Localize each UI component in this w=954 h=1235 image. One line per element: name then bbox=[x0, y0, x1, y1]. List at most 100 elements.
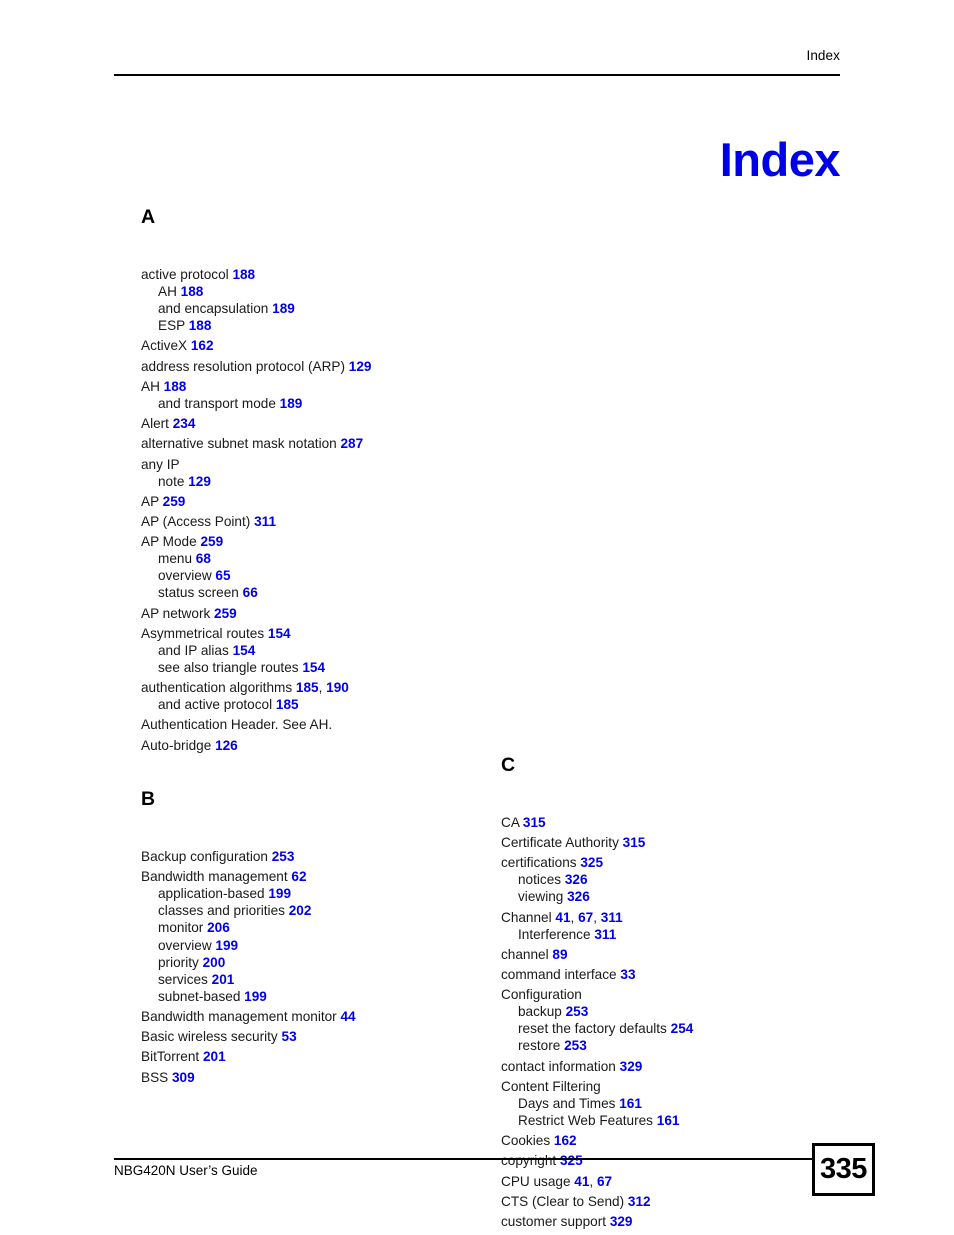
page-reference[interactable]: 254 bbox=[671, 1021, 694, 1036]
page-reference[interactable]: 33 bbox=[620, 967, 635, 982]
index-entry-term: customer support bbox=[501, 1213, 607, 1229]
index-entry-term: alternative subnet mask notation bbox=[141, 436, 337, 452]
page-reference[interactable]: 253 bbox=[564, 1038, 587, 1053]
index-entry: channel 89 bbox=[501, 946, 871, 963]
page-reference[interactable]: 311 bbox=[601, 910, 623, 925]
index-entry: and encapsulation 189 bbox=[141, 300, 511, 317]
page-reference[interactable]: 315 bbox=[523, 815, 546, 830]
page-reference[interactable]: 89 bbox=[552, 947, 567, 962]
page-reference[interactable]: 312 bbox=[628, 1194, 651, 1209]
page-reference[interactable]: 259 bbox=[214, 606, 237, 621]
page-reference[interactable]: 190 bbox=[326, 680, 349, 695]
index-entry: see also triangle routes 154 bbox=[141, 659, 511, 676]
index-entry: status screen 66 bbox=[141, 584, 511, 601]
page-reference[interactable]: 199 bbox=[244, 989, 267, 1004]
page-reference[interactable]: 62 bbox=[291, 869, 306, 884]
index-entry-term: command interface bbox=[501, 966, 617, 982]
page-reference[interactable]: 325 bbox=[560, 1153, 583, 1168]
index-entry: Interference 311 bbox=[501, 926, 871, 943]
page-reference[interactable]: 201 bbox=[203, 1049, 226, 1064]
index-entry-term: Certificate Authority bbox=[501, 834, 619, 850]
index-entry: Bandwidth management monitor 44 bbox=[141, 1008, 511, 1025]
index-entry: Channel 41, 67, 311 bbox=[501, 909, 871, 926]
index-entry: customer support 329 bbox=[501, 1213, 871, 1230]
page-reference[interactable]: 129 bbox=[188, 474, 211, 489]
page-reference[interactable]: 67 bbox=[597, 1174, 612, 1189]
page-reference[interactable]: 65 bbox=[215, 568, 230, 583]
page-reference[interactable]: 311 bbox=[254, 514, 276, 529]
footer-guide-name: NBG420N User’s Guide bbox=[114, 1163, 258, 1178]
page-reference[interactable]: 329 bbox=[610, 1214, 633, 1229]
index-entry-term: authentication algorithms bbox=[141, 680, 293, 696]
index-entry-term: services bbox=[158, 971, 208, 987]
page-reference[interactable]: 199 bbox=[268, 886, 291, 901]
index-entry: and active protocol 185 bbox=[141, 696, 511, 713]
page-reference[interactable]: 68 bbox=[196, 551, 211, 566]
page-title: Index bbox=[719, 133, 841, 187]
page-reference[interactable]: 188 bbox=[232, 267, 255, 282]
page-reference[interactable]: 326 bbox=[567, 889, 590, 904]
page-reference[interactable]: 188 bbox=[164, 379, 187, 394]
page-reference[interactable]: 287 bbox=[341, 436, 364, 451]
page-reference[interactable]: 67 bbox=[578, 910, 593, 925]
page-reference[interactable]: 206 bbox=[207, 920, 230, 935]
page-reference[interactable]: 66 bbox=[243, 585, 258, 600]
page-reference[interactable]: 41 bbox=[574, 1174, 589, 1189]
index-entry-term: AH bbox=[158, 284, 177, 300]
page-reference[interactable]: 185 bbox=[276, 697, 299, 712]
page-reference[interactable]: 315 bbox=[623, 835, 646, 850]
page-reference[interactable]: 311 bbox=[594, 927, 616, 942]
page-ref-separator: , bbox=[593, 909, 601, 925]
running-header: Index bbox=[806, 48, 840, 63]
page-reference[interactable]: 234 bbox=[173, 416, 196, 431]
index-entry-term: ActiveX bbox=[141, 338, 188, 354]
page-reference[interactable]: 129 bbox=[349, 359, 372, 374]
page-reference[interactable]: 329 bbox=[620, 1059, 643, 1074]
page-reference[interactable]: 154 bbox=[268, 626, 291, 641]
page-ref-separator: , bbox=[589, 1173, 597, 1189]
page-reference[interactable]: 126 bbox=[215, 738, 238, 753]
index-column-left: Aactive protocol 188 AH 188 and encapsulat… bbox=[141, 206, 511, 1085]
index-entry: certifications 325 bbox=[501, 854, 871, 871]
index-entry: and IP alias 154 bbox=[141, 642, 511, 659]
page-reference[interactable]: 185 bbox=[296, 680, 319, 695]
page-reference[interactable]: 161 bbox=[619, 1096, 642, 1111]
page-reference[interactable]: 53 bbox=[282, 1029, 297, 1044]
page-ref-separator: , bbox=[570, 909, 579, 925]
index-entry: priority 200 bbox=[141, 954, 511, 971]
page-reference[interactable]: 188 bbox=[189, 318, 212, 333]
page-reference[interactable]: 201 bbox=[212, 972, 235, 987]
page-reference[interactable]: 199 bbox=[215, 938, 238, 953]
page-reference[interactable]: 41 bbox=[555, 910, 570, 925]
page-reference[interactable]: 325 bbox=[580, 855, 603, 870]
index-entry-term: restore bbox=[518, 1038, 561, 1054]
page-reference[interactable]: 259 bbox=[200, 534, 223, 549]
index-entry-term: AP (Access Point) bbox=[141, 513, 251, 529]
page-number-box: 335 bbox=[812, 1143, 875, 1196]
index-entry-term: Asymmetrical routes bbox=[141, 625, 265, 641]
index-entry: alternative subnet mask notation 287 bbox=[141, 435, 511, 452]
page-reference[interactable]: 253 bbox=[566, 1004, 589, 1019]
page-reference[interactable]: 200 bbox=[203, 955, 226, 970]
index-entry-term: application-based bbox=[158, 886, 265, 902]
index-entry-term: and active protocol bbox=[158, 697, 273, 713]
index-entry-term: CTS (Clear to Send) bbox=[501, 1193, 625, 1209]
page-reference[interactable]: 44 bbox=[341, 1009, 356, 1024]
page-reference[interactable]: 161 bbox=[657, 1113, 680, 1128]
index-entry-term: contact information bbox=[501, 1058, 616, 1074]
index-entry-term: AP Mode bbox=[141, 534, 197, 550]
page-reference[interactable]: 162 bbox=[554, 1133, 577, 1148]
page-reference[interactable]: 326 bbox=[565, 872, 588, 887]
page-reference[interactable]: 188 bbox=[181, 284, 204, 299]
page-reference[interactable]: 162 bbox=[191, 338, 214, 353]
page-reference[interactable]: 259 bbox=[163, 494, 186, 509]
page-reference[interactable]: 309 bbox=[172, 1070, 195, 1085]
page-reference[interactable]: 253 bbox=[272, 849, 295, 864]
page-reference[interactable]: 202 bbox=[289, 903, 312, 918]
page-reference[interactable]: 189 bbox=[280, 396, 303, 411]
page-reference[interactable]: 189 bbox=[272, 301, 295, 316]
page-reference[interactable]: 154 bbox=[233, 643, 256, 658]
index-entry-term: any IP bbox=[141, 456, 180, 472]
index-entry-term: and IP alias bbox=[158, 642, 229, 658]
page-reference[interactable]: 154 bbox=[302, 660, 325, 675]
